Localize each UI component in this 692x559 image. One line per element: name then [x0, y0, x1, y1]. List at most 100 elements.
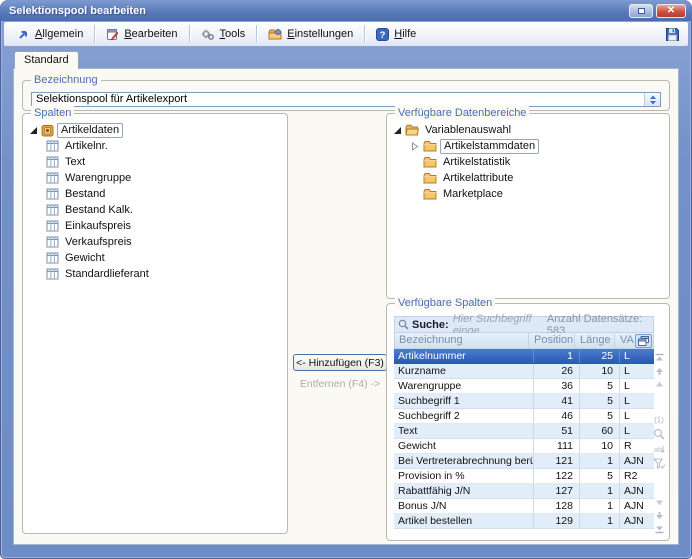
- table-row[interactable]: Suchbegriff 1415L: [394, 394, 654, 409]
- toolbar-item-bearbeiten[interactable]: Bearbeiten: [97, 24, 186, 44]
- move-up-icon[interactable]: [654, 367, 665, 376]
- toolbar-item-einstellungen[interactable]: Einstellungen: [259, 24, 362, 44]
- record-indicator-icon[interactable]: (1): [653, 414, 665, 424]
- grid-header: Bezeichnung Position Länge VA: [394, 333, 654, 349]
- table-cell: Warengruppe: [394, 379, 534, 393]
- table-cell: L: [620, 394, 654, 408]
- tree-node-variablenauswahl[interactable]: Variablenauswahl: [392, 122, 664, 138]
- column-header-laenge[interactable]: Länge: [575, 333, 615, 348]
- table-icon: [46, 188, 59, 200]
- add-button[interactable]: <- Hinzufügen (F3): [293, 354, 387, 371]
- table-cell: L: [620, 349, 654, 363]
- group-caption: Verfügbare Datenbereiche: [395, 106, 529, 120]
- tree-node-column[interactable]: Artikelnr.: [28, 138, 282, 154]
- group-verfuegbare-spalten: Verfügbare Spalten Suche: Hier Suchbegri…: [386, 303, 670, 541]
- tree-node-column[interactable]: Gewicht: [28, 250, 282, 266]
- table-row[interactable]: Provision in %1225R2: [394, 469, 654, 484]
- tree-node-folder[interactable]: Artikelattribute: [392, 170, 664, 186]
- table-row[interactable]: Suchbegriff 2465L: [394, 409, 654, 424]
- table-cell: 5: [580, 394, 620, 408]
- svg-text:ab: ab: [654, 445, 662, 454]
- table-cell: AJN: [620, 499, 654, 513]
- sort-icon[interactable]: ab: [653, 444, 665, 454]
- table-cell: 1: [580, 514, 620, 528]
- expanded-icon[interactable]: [28, 126, 38, 135]
- combobox-dropdown-button[interactable]: [644, 93, 660, 106]
- svg-text:(1): (1): [654, 416, 664, 425]
- column-chooser-icon: [638, 336, 649, 346]
- arrow-ne-icon: [17, 28, 30, 41]
- toolbar-label: Tools: [220, 28, 246, 40]
- filter-icon[interactable]: [653, 458, 665, 469]
- tree-node-label: Bestand Kalk.: [62, 204, 136, 217]
- table-cell: 60: [580, 424, 620, 438]
- toolbar-label: Hilfe: [394, 28, 416, 40]
- group-caption: Spalten: [31, 106, 74, 120]
- table-row[interactable]: Artikel bestellen1291AJN: [394, 514, 654, 529]
- grid-search-bar[interactable]: Suche: Hier Suchbegriff einge Anzahl Dat…: [394, 316, 654, 333]
- grid-search-icon[interactable]: [653, 428, 665, 440]
- table-cell: L: [620, 409, 654, 423]
- tree-node-column[interactable]: Warengruppe: [28, 170, 282, 186]
- table-row[interactable]: Kurzname2610L: [394, 364, 654, 379]
- tree-node-folder[interactable]: Marketplace: [392, 186, 664, 202]
- tab-label: Standard: [24, 54, 69, 66]
- table-icon: [46, 220, 59, 232]
- table-row[interactable]: Artikelnummer125L: [394, 349, 654, 364]
- save-button[interactable]: [665, 27, 680, 42]
- tree-node-column[interactable]: Bestand: [28, 186, 282, 202]
- expanded-icon[interactable]: [392, 126, 402, 135]
- tree-node-column[interactable]: Bestand Kalk.: [28, 202, 282, 218]
- table-cell: 36: [534, 379, 580, 393]
- move-down-icon[interactable]: [654, 511, 665, 520]
- table-row[interactable]: Text5160L: [394, 424, 654, 439]
- toolbar-item-allgemein[interactable]: Allgemein: [8, 24, 92, 44]
- tree-node-artikeldaten[interactable]: Artikeldaten: [28, 122, 282, 138]
- close-button[interactable]: ✕: [656, 4, 686, 18]
- table-icon: [46, 156, 59, 168]
- table-cell: Provision in %: [394, 469, 534, 483]
- folder-icon: [423, 188, 437, 200]
- search-icon: [398, 319, 409, 330]
- table-cell: 121: [534, 454, 580, 468]
- table-row[interactable]: Bei Vertreterabrechnung berücksichtige12…: [394, 454, 654, 469]
- tree-node-column[interactable]: Text: [28, 154, 282, 170]
- scroll-bottom-icon[interactable]: [654, 524, 665, 534]
- table-cell: AJN: [620, 514, 654, 528]
- table-row[interactable]: Bonus J/N1281AJN: [394, 499, 654, 514]
- table-cell: 1: [580, 499, 620, 513]
- column-chooser-button[interactable]: [635, 334, 652, 348]
- table-cell: R: [620, 439, 654, 453]
- column-header-bezeichnung[interactable]: Bezeichnung: [395, 333, 529, 348]
- tree-node-label: Artikelstatistik: [440, 156, 513, 169]
- tree-node-folder[interactable]: Artikelstatistik: [392, 154, 664, 170]
- scroll-top-icon[interactable]: [654, 353, 665, 363]
- table-cell: 5: [580, 469, 620, 483]
- page-up-icon[interactable]: [654, 380, 665, 388]
- titlebar: Selektionspool bearbeiten ✕: [0, 0, 692, 21]
- toolbar-item-hilfe[interactable]: ? Hilfe: [367, 24, 425, 44]
- tree-node-column[interactable]: Standardlieferant: [28, 266, 282, 282]
- toolbar-item-tools[interactable]: Tools: [192, 24, 255, 44]
- restore-button[interactable]: [629, 4, 653, 18]
- group-datenbereiche: Verfügbare Datenbereiche Variablenauswah…: [386, 113, 670, 299]
- collapsed-icon[interactable]: [410, 142, 420, 151]
- page-down-icon[interactable]: [654, 499, 665, 507]
- table-row[interactable]: Warengruppe365L: [394, 379, 654, 394]
- table-row[interactable]: Rabattfähig J/N1271AJN: [394, 484, 654, 499]
- column-header-position[interactable]: Position: [529, 333, 575, 348]
- tree-node-folder[interactable]: Artikelstammdaten: [392, 138, 664, 154]
- tree-node-column[interactable]: Einkaufspreis: [28, 218, 282, 234]
- search-label: Suche:: [412, 319, 449, 331]
- tree-node-column[interactable]: Verkaufspreis: [28, 234, 282, 250]
- table-cell: R2: [620, 469, 654, 483]
- column-header-va[interactable]: VA: [615, 333, 635, 348]
- table-cell: Bonus J/N: [394, 499, 534, 513]
- window-title: Selektionspool bearbeiten: [9, 5, 146, 17]
- table-row[interactable]: Gewicht11110R: [394, 439, 654, 454]
- toolbar-label: Allgemein: [35, 28, 83, 40]
- tree-node-label: Einkaufspreis: [62, 220, 134, 233]
- tab-standard[interactable]: Standard: [14, 51, 79, 69]
- bezeichnung-combobox[interactable]: Selektionspool für Artikelexport: [31, 92, 661, 107]
- table-icon: [46, 268, 59, 280]
